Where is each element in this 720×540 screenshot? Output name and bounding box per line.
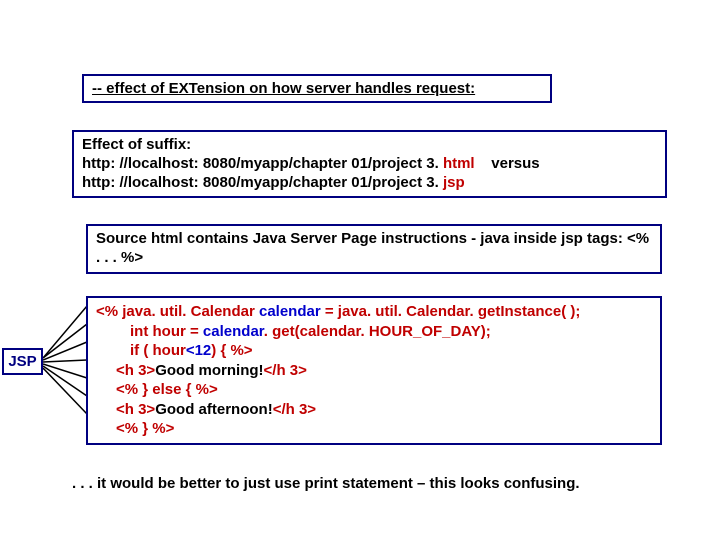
code-line-7: <% } %> xyxy=(96,419,652,439)
c6c: </h 3> xyxy=(273,401,316,418)
c3c: ) { %> xyxy=(211,342,252,359)
title-text: -- effect of EXTension on how server han… xyxy=(92,80,475,97)
c1b: calendar xyxy=(259,303,321,320)
footer-text: . . . it would be better to just use pri… xyxy=(72,475,580,492)
source-note-text: Source html contains Java Server Page in… xyxy=(96,230,649,266)
suffix-line2: http: //localhost: 8080/myapp/chapter 01… xyxy=(82,174,657,193)
source-note-box: Source html contains Java Server Page in… xyxy=(86,224,662,274)
versus-text: versus xyxy=(491,155,539,172)
code-line-1: <% java. util. Calendar calendar = java.… xyxy=(96,302,652,322)
c4c: </h 3> xyxy=(264,362,307,379)
c3a: if ( hour xyxy=(130,342,186,359)
code-line-6: <h 3>Good afternoon!</h 3> xyxy=(96,400,652,420)
code-line-2: int hour = calendar. get(calendar. HOUR_… xyxy=(96,322,652,342)
title-box: -- effect of EXTension on how server han… xyxy=(82,74,552,103)
code-line-3: if ( hour<12) { %> xyxy=(96,341,652,361)
c2b: calendar xyxy=(203,323,264,340)
c4a: <h 3> xyxy=(116,362,155,379)
suffix-heading: Effect of suffix: xyxy=(82,136,657,155)
jsp-label-text: JSP xyxy=(8,353,36,370)
c1a: <% java. util. Calendar xyxy=(96,303,259,320)
jsp-label-box: JSP xyxy=(2,348,43,375)
url1-ext: html xyxy=(443,155,475,172)
url1-pre: http: //localhost: 8080/myapp/chapter 01… xyxy=(82,155,443,172)
code-box: <% java. util. Calendar calendar = java.… xyxy=(86,296,662,445)
code-line-4: <h 3>Good morning!</h 3> xyxy=(96,361,652,381)
url2-ext: jsp xyxy=(443,174,465,191)
c6a: <h 3> xyxy=(116,401,155,418)
c2a: int hour = xyxy=(130,323,203,340)
c3b: <12 xyxy=(186,342,211,359)
c1c: = java. util. Calendar. getInstance( ); xyxy=(321,303,581,320)
c2c: . get(calendar. HOUR_OF_DAY); xyxy=(264,323,491,340)
url2-pre: http: //localhost: 8080/myapp/chapter 01… xyxy=(82,174,443,191)
c6b: Good afternoon! xyxy=(155,401,272,418)
suffix-line1: http: //localhost: 8080/myapp/chapter 01… xyxy=(82,155,657,174)
code-line-5: <% } else { %> xyxy=(96,380,652,400)
c4b: Good morning! xyxy=(155,362,263,379)
suffix-box: Effect of suffix: http: //localhost: 808… xyxy=(72,130,667,198)
